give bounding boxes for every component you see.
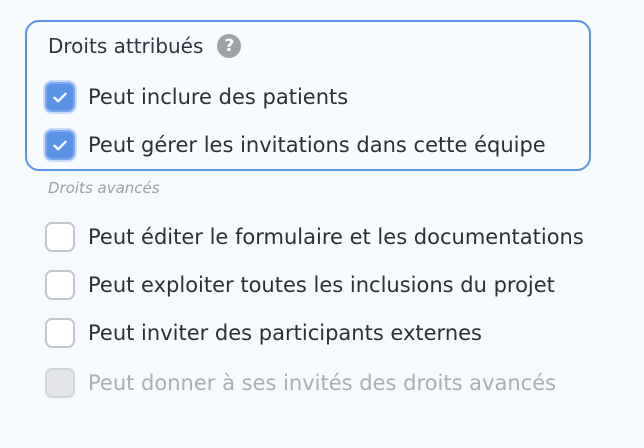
right-exploit-inclusions[interactable]: Peut exploiter toutes les inclusions du … bbox=[45, 270, 555, 300]
exploit-inclusions-checkbox[interactable] bbox=[45, 270, 75, 300]
include-patients-checkbox[interactable] bbox=[45, 82, 75, 112]
right-invite-external[interactable]: Peut inviter des participants externes bbox=[45, 318, 482, 348]
exploit-inclusions-label: Peut exploiter toutes les inclusions du … bbox=[88, 273, 555, 297]
checkmark-icon bbox=[53, 92, 67, 102]
invite-external-checkbox[interactable] bbox=[45, 318, 75, 348]
grant-advanced-checkbox bbox=[45, 368, 75, 398]
right-edit-form[interactable]: Peut éditer le formulaire et les documen… bbox=[45, 222, 584, 252]
granted-rights-title: Droits attribués ? bbox=[48, 34, 242, 58]
question-circle-icon[interactable]: ? bbox=[217, 34, 242, 58]
advanced-rights-title: Droits avancés bbox=[48, 179, 160, 197]
granted-rights-title-text: Droits attribués bbox=[48, 34, 204, 58]
edit-form-label: Peut éditer le formulaire et les documen… bbox=[88, 225, 584, 249]
grant-advanced-label: Peut donner à ses invités des droits ava… bbox=[88, 371, 557, 395]
invite-external-label: Peut inviter des participants externes bbox=[88, 321, 482, 345]
manage-invitations-checkbox[interactable] bbox=[45, 130, 75, 160]
right-include-patients[interactable]: Peut inclure des patients bbox=[45, 82, 348, 112]
include-patients-label: Peut inclure des patients bbox=[88, 85, 349, 109]
edit-form-checkbox[interactable] bbox=[45, 222, 75, 252]
right-grant-advanced: Peut donner à ses invités des droits ava… bbox=[45, 368, 556, 398]
manage-invitations-label: Peut gérer les invitations dans cette éq… bbox=[88, 133, 546, 157]
right-manage-invitations[interactable]: Peut gérer les invitations dans cette éq… bbox=[45, 130, 546, 160]
checkmark-icon bbox=[53, 140, 67, 150]
rights-panel: Droits attribués ? Peut inclure des pati… bbox=[0, 0, 644, 448]
